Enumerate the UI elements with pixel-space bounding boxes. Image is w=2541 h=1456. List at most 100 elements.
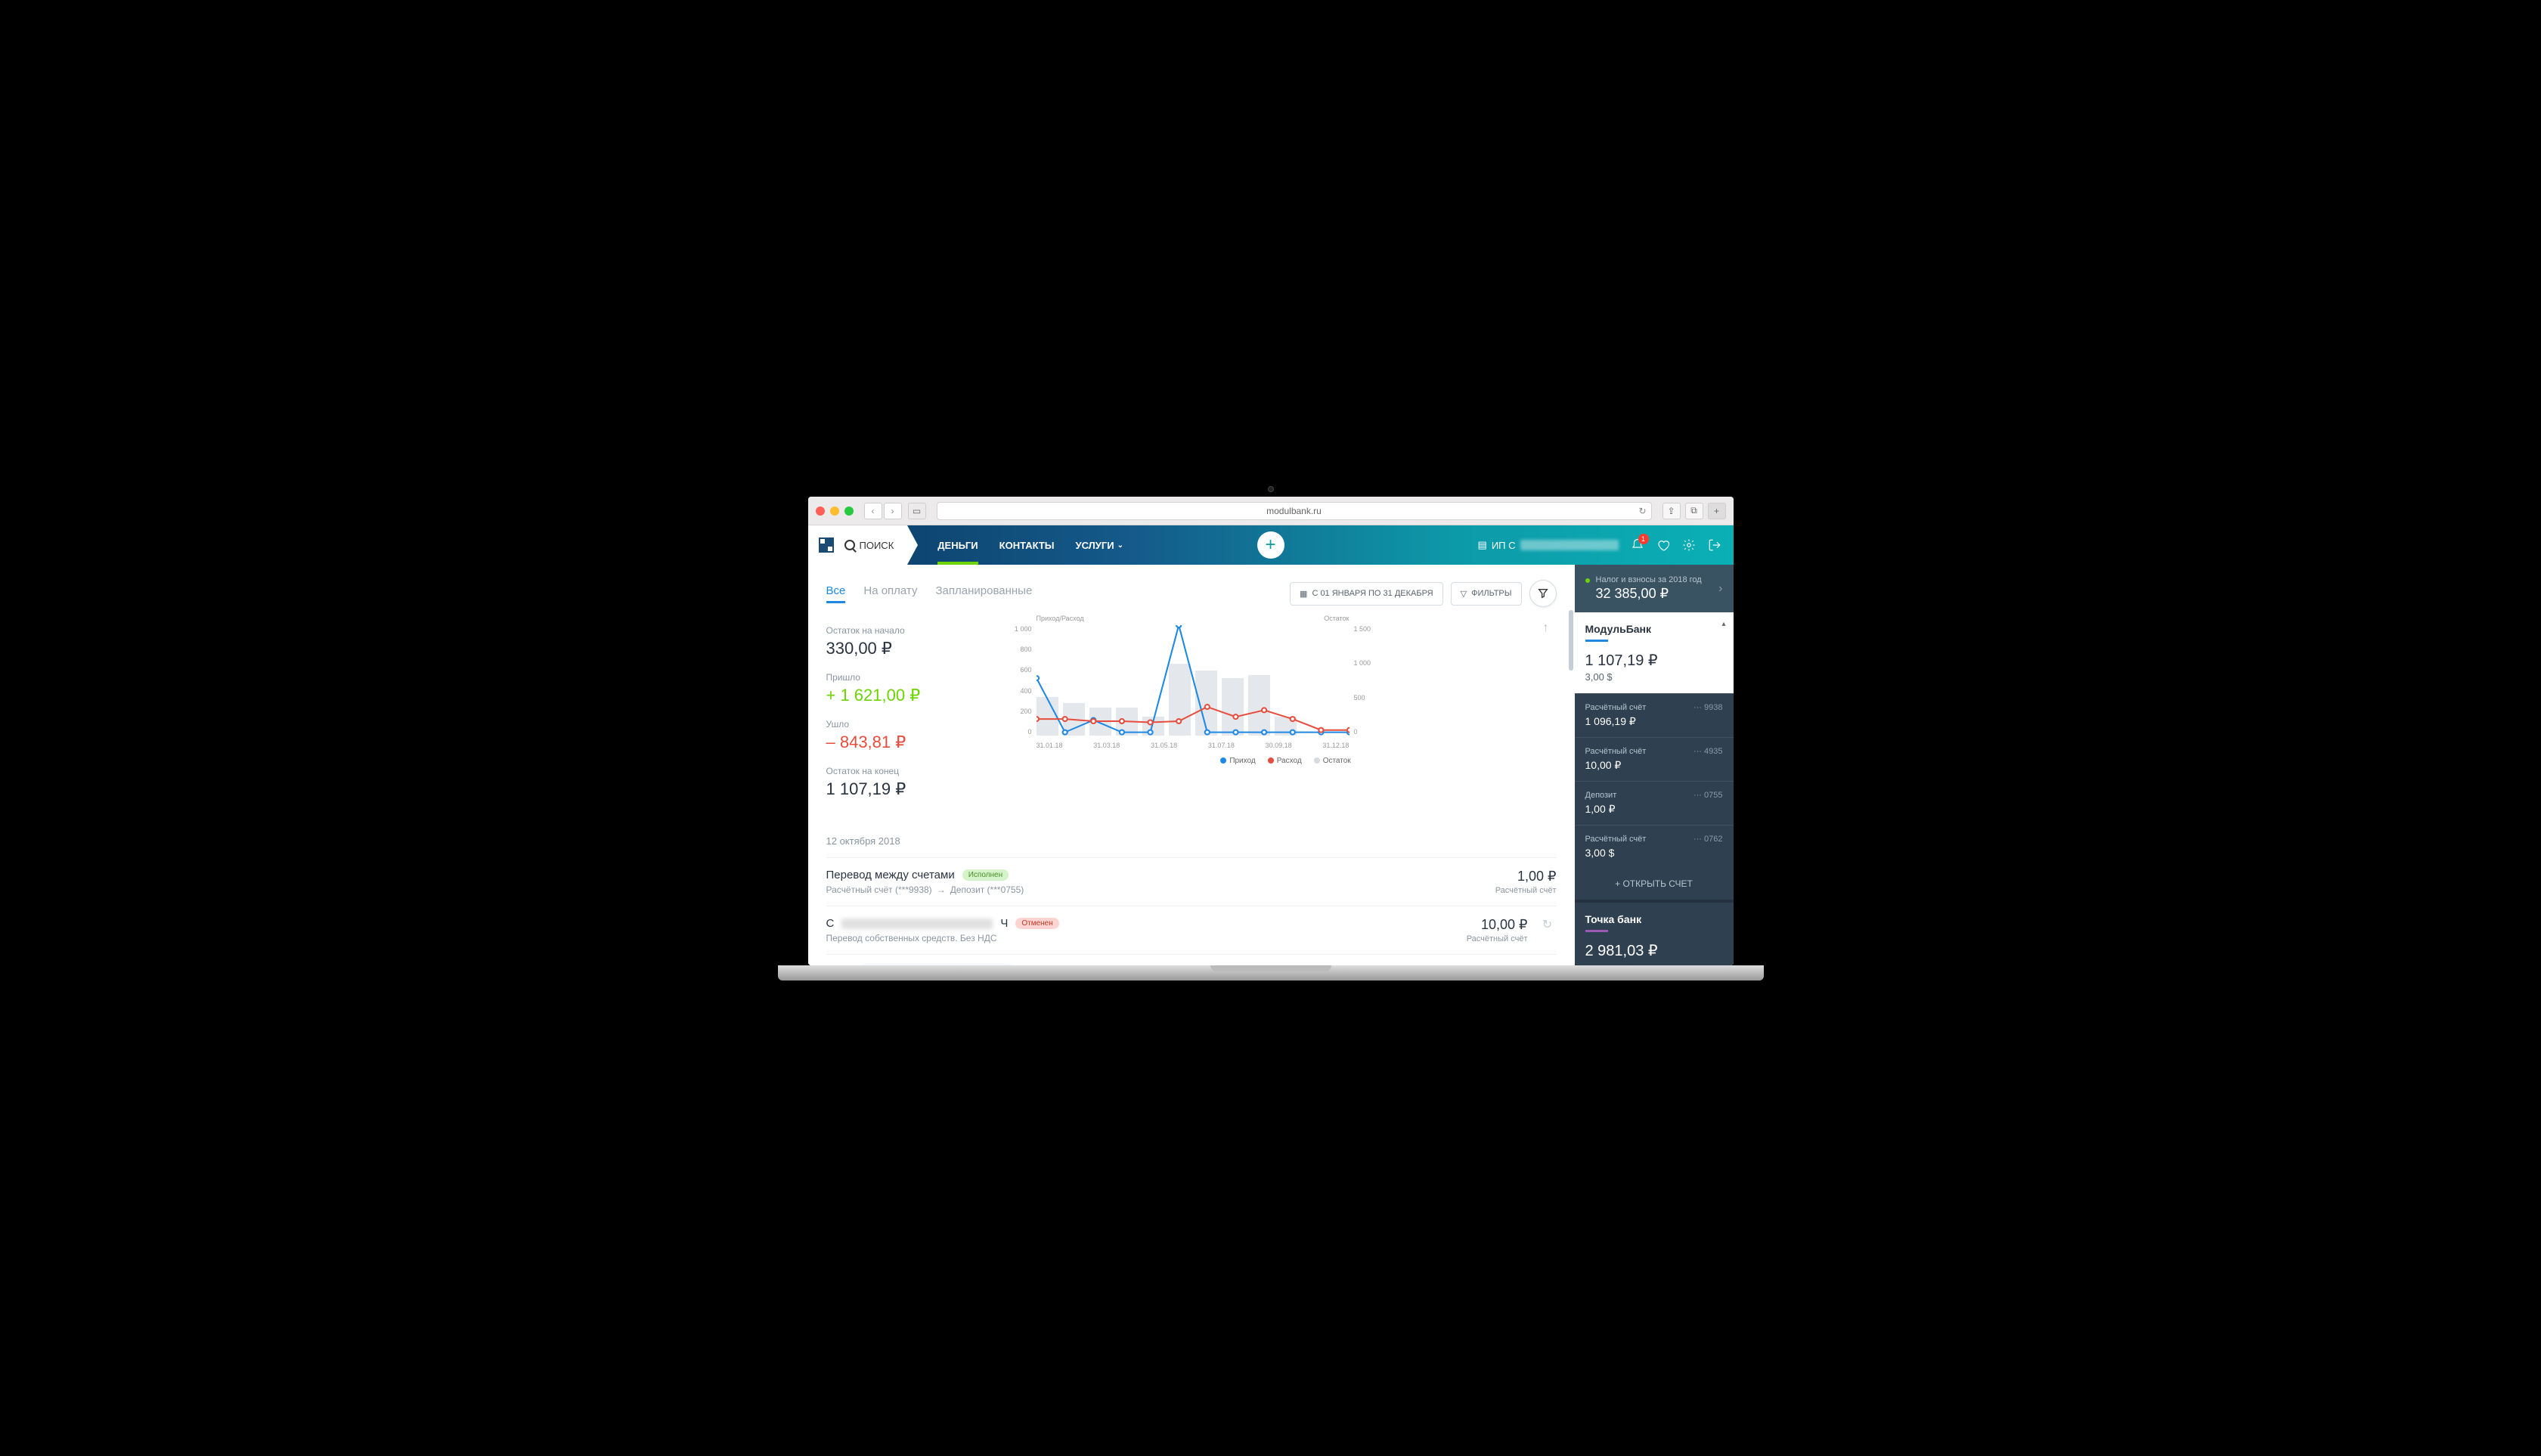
filters-button[interactable]: ▽ ФИЛЬТРЫ	[1451, 582, 1522, 606]
filter-round-button[interactable]	[1529, 580, 1557, 607]
company-prefix: ИП С	[1492, 540, 1516, 551]
date-range-button[interactable]: ▦ С 01 ЯНВАРЯ ПО 31 ДЕКАБРЯ	[1290, 582, 1443, 606]
account-item[interactable]: Депозит ··· 0755 1,00 ₽	[1575, 781, 1734, 825]
chevron-right-icon: ›	[1718, 582, 1722, 596]
txn-account: Расчётный счёт	[1495, 886, 1557, 895]
browser-chrome: ‹ › ▭ modulbank.ru ↻ ⇪ ⧉ +	[808, 497, 1734, 525]
search-icon	[844, 540, 855, 550]
back-button[interactable]: ‹	[864, 503, 882, 519]
scrollbar[interactable]	[1569, 610, 1573, 671]
stat-end-label: Остаток на конец	[826, 766, 985, 776]
tab-all[interactable]: Все	[826, 584, 846, 603]
close-window[interactable]	[816, 507, 825, 516]
stat-income-value: + 1 621,00 ₽	[826, 686, 985, 705]
calendar-icon: ▦	[1300, 589, 1307, 599]
document-icon: ▤	[1478, 539, 1487, 551]
account-item[interactable]: Расчётный счёт ··· 4935 10,00 ₽	[1575, 737, 1734, 781]
stat-start-value: 330,00 ₽	[826, 639, 985, 658]
main-content: Все На оплату Запланированные ▦ С 01 ЯНВ…	[808, 565, 1575, 965]
address-bar[interactable]: modulbank.ru ↻	[937, 502, 1652, 520]
arrow-icon: →	[937, 884, 946, 895]
chart: Приход/Расход Остаток 1 0008006004002000…	[1015, 625, 1371, 754]
scroll-top-button[interactable]: ↑	[1535, 618, 1557, 639]
summary-stats: Остаток на начало330,00 ₽ Пришло+ 1 621,…	[826, 625, 985, 813]
favorites-button[interactable]	[1656, 538, 1670, 552]
account-value: 1 096,19 ₽	[1585, 715, 1723, 728]
app-topbar: ПОИСК ДЕНЬГИ КОНТАКТЫ УСЛУГИ⌄ + ▤ ИП С	[808, 525, 1734, 565]
tax-widget[interactable]: Налог и взносы за 2018 год 32 385,00 ₽ ›	[1575, 565, 1734, 612]
refresh-icon[interactable]: ↻	[1539, 917, 1557, 932]
reload-icon[interactable]: ↻	[1638, 506, 1646, 516]
txn-from: Расчётный счёт (***9938)	[826, 884, 932, 895]
account-item[interactable]: Расчётный счёт··· 07623,00 $	[1575, 825, 1734, 868]
account-value: 10,00 ₽	[1585, 759, 1723, 772]
logo-icon[interactable]	[819, 537, 834, 553]
account-number: ··· 9938	[1693, 703, 1723, 712]
nav-money[interactable]: ДЕНЬГИ	[937, 525, 978, 565]
transaction-row[interactable]: С Ч Отменен Перевод собственных средств.…	[826, 906, 1557, 954]
txn-amount: 10,00 ₽	[1467, 917, 1528, 933]
legend-dot-income	[1220, 757, 1226, 764]
company-name-blurred	[1520, 540, 1619, 550]
account-name: Депозит	[1585, 791, 1617, 800]
account-item[interactable]: Расчётный счёт ··· 9938 1 096,19 ₽	[1575, 693, 1734, 737]
account-number: ··· 4935	[1693, 747, 1723, 756]
window-controls	[816, 507, 854, 516]
tabs-icon[interactable]: ⧉	[1685, 503, 1703, 519]
laptop-base	[778, 965, 1764, 980]
account-name: Расчётный счёт	[1585, 835, 1647, 844]
settings-button[interactable]	[1682, 538, 1696, 552]
bank-balance: 2 981,03 ₽	[1585, 941, 1723, 960]
transaction-row[interactable]: ИП С Черновик Перевод собственных средст…	[826, 954, 1557, 965]
bank-card-modulbank[interactable]: ▴ МодульБанк 1 107,19 ₽ 3,00 $	[1575, 612, 1734, 693]
chart-legend: Приход Расход Остаток	[1015, 757, 1557, 765]
minimize-window[interactable]	[830, 507, 839, 516]
stat-expense-value: – 843,81 ₽	[826, 733, 985, 752]
forward-button[interactable]: ›	[884, 503, 902, 519]
share-icon[interactable]: ⇪	[1662, 503, 1681, 519]
nav-services[interactable]: УСЛУГИ⌄	[1076, 525, 1123, 565]
account-number: ··· 0755	[1693, 791, 1723, 800]
tax-value: 32 385,00 ₽	[1596, 586, 1719, 602]
bank-name: Точка банк	[1585, 913, 1723, 925]
legend-dot-expense	[1268, 757, 1274, 764]
bank-name: МодульБанк	[1585, 623, 1723, 635]
bank-card-tochka[interactable]: Точка банк 2 981,03 ₽	[1575, 900, 1734, 965]
company-selector[interactable]: ▤ ИП С	[1478, 539, 1619, 551]
nav-contacts[interactable]: КОНТАКТЫ	[999, 525, 1055, 565]
account-name: Расчётный счёт	[1585, 703, 1647, 712]
bank-balance-usd: 3,00 $	[1585, 671, 1723, 683]
status-dot-icon	[1585, 578, 1590, 583]
search-button[interactable]: ПОИСК	[844, 540, 894, 551]
brand-search-block: ПОИСК	[808, 525, 908, 565]
add-button[interactable]: +	[1257, 531, 1284, 559]
tax-label: Налог и взносы за 2018 год	[1596, 575, 1719, 584]
logout-button[interactable]	[1708, 538, 1721, 552]
tab-to-pay[interactable]: На оплату	[863, 584, 917, 603]
transaction-row[interactable]: Перевод между счетами Исполнен Расчётный…	[826, 857, 1557, 906]
txn-amount: 1,00 ₽	[1495, 869, 1557, 884]
txn-title: Перевод между счетами	[826, 869, 955, 881]
txn-title-blurred	[841, 919, 993, 929]
status-badge: Отменен	[1015, 918, 1058, 929]
tab-planned[interactable]: Запланированные	[935, 584, 1032, 603]
sidebar-toggle[interactable]: ▭	[908, 503, 926, 519]
account-name: Расчётный счёт	[1585, 747, 1647, 756]
collapse-icon[interactable]: ▴	[1721, 620, 1725, 628]
left-axis-title: Приход/Расход	[1037, 615, 1084, 622]
open-account-button[interactable]: + ОТКРЫТЬ СЧЕТ	[1575, 868, 1734, 900]
account-number: ··· 0762	[1693, 835, 1723, 844]
bank-balance-rub: 1 107,19 ₽	[1585, 651, 1723, 670]
notifications-button[interactable]: 1	[1631, 538, 1644, 552]
legend-dot-balance	[1314, 757, 1320, 764]
account-value: 1,00 ₽	[1585, 803, 1723, 816]
chevron-down-icon: ⌄	[1117, 541, 1123, 550]
stat-end-value: 1 107,19 ₽	[826, 779, 985, 799]
right-axis-title: Остаток	[1324, 615, 1349, 622]
maximize-window[interactable]	[844, 507, 854, 516]
txn-to: Депозит (***0755)	[950, 884, 1024, 895]
right-sidebar: Налог и взносы за 2018 год 32 385,00 ₽ ›…	[1575, 565, 1734, 965]
new-tab-button[interactable]: +	[1708, 503, 1726, 519]
txn-description: Перевод собственных средств. Без НДС	[826, 933, 997, 943]
status-badge: Исполнен	[962, 869, 1009, 881]
